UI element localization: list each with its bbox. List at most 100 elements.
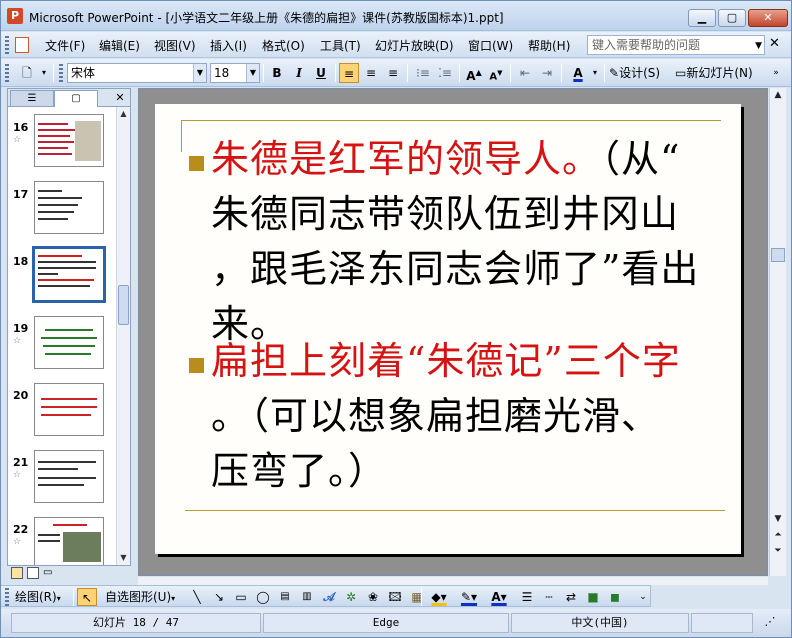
chevron-down-icon[interactable]: ▼ [755, 39, 762, 53]
slide-sorter-view-icon[interactable] [27, 567, 39, 579]
italic-button[interactable]: I [289, 63, 309, 83]
slide-thumbnail-22[interactable] [34, 517, 104, 565]
underline-button[interactable]: U [311, 63, 331, 83]
minimize-button[interactable]: ▁ [688, 9, 716, 27]
textbox-tool-icon[interactable]: ▤ [275, 588, 295, 606]
design-button[interactable]: ✎设计(S) [609, 63, 673, 83]
bullet-list-icon[interactable]: ⁚≡ [435, 63, 455, 83]
chevron-down-icon[interactable]: ▼ [193, 64, 206, 82]
close-document-icon[interactable]: ✕ [769, 36, 780, 51]
slideshow-view-icon[interactable]: ▭ [43, 567, 55, 579]
scroll-down-icon[interactable]: ▼ [770, 512, 786, 526]
font-name-combo[interactable]: 宋体 ▼ [67, 63, 207, 83]
slide-thumbnail-21[interactable] [34, 450, 104, 503]
fill-color-icon[interactable]: ◆▾ [425, 588, 453, 606]
toolbar-options-icon[interactable]: ⌄ [637, 588, 649, 606]
drawbar-grip-handle[interactable] [5, 588, 9, 606]
align-right-icon[interactable]: ≡ [383, 63, 403, 83]
close-pane-icon[interactable]: ✕ [112, 90, 128, 107]
menu-help[interactable]: 帮助(H) [528, 37, 570, 54]
line-style-icon[interactable]: ☰ [517, 588, 537, 606]
slide-horizontal-scrollbar[interactable] [138, 577, 768, 585]
rectangle-tool-icon[interactable]: ▭ [231, 588, 251, 606]
menu-tools[interactable]: 工具(T) [320, 37, 361, 54]
menu-insert[interactable]: 插入(I) [210, 37, 247, 54]
clipart-icon[interactable]: ❀ [363, 588, 383, 606]
chevron-down-icon[interactable]: ▾ [39, 63, 49, 83]
line-tool-icon[interactable]: ╲ [187, 588, 207, 606]
bold-button[interactable]: B [267, 63, 287, 83]
slide-thumbnail-18[interactable] [31, 245, 107, 304]
slide-vertical-scrollbar[interactable]: ▲ ▼ ⏶ ⏷ [769, 88, 786, 576]
decrease-font-icon[interactable]: A▼ [486, 63, 506, 83]
thumbnail-scroll-thumb[interactable] [118, 285, 129, 325]
arrow-style-icon[interactable]: ⇄ [561, 588, 581, 606]
next-slide-icon[interactable]: ⏷ [770, 544, 786, 558]
menu-grip-handle[interactable] [5, 36, 9, 54]
slide-paragraph-1[interactable]: 朱德是红军的领导人。（从“ 朱德同志带领队伍到井冈山 ，跟毛泽东同志会师了”看出… [211, 132, 731, 352]
vertical-textbox-icon[interactable]: ▥ [297, 588, 317, 606]
scroll-up-icon[interactable]: ▲ [770, 88, 786, 102]
chevron-down-icon[interactable]: ▼ [246, 64, 259, 82]
select-pointer-icon[interactable]: ↖ [77, 588, 97, 606]
decrease-indent-icon[interactable]: ⇤ [515, 63, 535, 83]
new-slide-button[interactable]: ▭新幻灯片(N) [675, 63, 763, 83]
shadow-style-icon[interactable]: ■ [583, 588, 603, 606]
close-button[interactable]: ✕ [748, 9, 788, 27]
insert-picture-icon[interactable]: ▦ [407, 588, 427, 606]
powerpoint-app-icon[interactable]: P [7, 8, 23, 24]
menu-format[interactable]: 格式(O) [262, 37, 305, 54]
scroll-down-icon[interactable]: ▼ [117, 551, 130, 565]
draw-menu-button[interactable]: 绘图(R)▾ [15, 588, 73, 606]
line-color-icon[interactable]: ✎▾ [455, 588, 483, 606]
help-search-input[interactable]: 键入需要帮助的问题 ▼ [587, 35, 765, 55]
slide-thumbnail-19[interactable] [34, 316, 104, 369]
paragraph-1-line-1: 朱德是红军的领导人。（从“ [211, 132, 731, 187]
toolbar-options-icon[interactable]: » [769, 63, 783, 83]
slide-thumbnail-20[interactable] [34, 383, 104, 436]
font-size-combo[interactable]: 18 ▼ [210, 63, 260, 83]
new-document-icon[interactable]: 🗋 [15, 63, 39, 83]
menu-slideshow[interactable]: 幻灯片放映(D) [375, 37, 454, 54]
increase-indent-icon[interactable]: ⇥ [537, 63, 557, 83]
menu-file[interactable]: 文件(F) [45, 37, 85, 54]
current-slide[interactable]: 朱德是红军的领导人。（从“ 朱德同志带领队伍到井冈山 ，跟毛泽东同志会师了”看出… [155, 104, 741, 554]
increase-font-icon[interactable]: A▲ [464, 63, 484, 83]
menu-window[interactable]: 窗口(W) [468, 37, 513, 54]
tab-outline[interactable]: ☰ [10, 90, 54, 107]
resize-grip-icon[interactable]: ⋰ [755, 613, 785, 633]
slide-editing-area[interactable]: 朱德是红军的领导人。（从“ 朱德同志带领队伍到井冈山 ，跟毛泽东同志会师了”看出… [138, 88, 768, 576]
menu-edit[interactable]: 编辑(E) [99, 37, 140, 54]
numbered-list-icon[interactable]: ⁝≡ [413, 63, 433, 83]
arrow-tool-icon[interactable]: ↘ [209, 588, 229, 606]
3d-style-icon[interactable]: ◼ [605, 588, 625, 606]
picture-icon[interactable]: 🖾 [385, 588, 405, 606]
menu-view[interactable]: 视图(V) [154, 37, 196, 54]
align-center-icon[interactable]: ≡ [361, 63, 381, 83]
toolbar-grip-handle[interactable] [5, 64, 9, 82]
normal-view-icon[interactable] [11, 567, 23, 579]
thumbnail-scrollbar[interactable]: ▲ ▼ [116, 107, 130, 565]
align-left-icon[interactable]: ≡ [339, 63, 359, 83]
slide-scroll-thumb[interactable] [771, 248, 785, 262]
toolbar-grip-handle[interactable] [59, 64, 63, 82]
slide-corner-rule [181, 120, 182, 152]
wordart-icon[interactable]: 𝒜 [319, 588, 339, 606]
paragraph-1-line-3: ，跟毛泽东同志会师了”看出 [211, 247, 700, 291]
drawbar-font-color-icon[interactable]: A▾ [485, 588, 513, 606]
maximize-button[interactable]: ▢ [718, 9, 746, 27]
tab-slides[interactable]: ▢ [54, 90, 98, 107]
slide-paragraph-2[interactable]: 扁担上刻着“朱德记”三个字 。（可以想象扁担磨光滑、 压弯了。） [211, 334, 731, 499]
previous-slide-icon[interactable]: ⏶ [770, 528, 786, 542]
autoshapes-button[interactable]: 自选图形(U)▾ [105, 588, 187, 606]
oval-tool-icon[interactable]: ◯ [253, 588, 273, 606]
scroll-up-icon[interactable]: ▲ [117, 107, 130, 121]
diagram-icon[interactable]: ✲ [341, 588, 361, 606]
slide-thumbnail-17[interactable] [34, 181, 104, 234]
dash-style-icon[interactable]: ┄ [539, 588, 559, 606]
font-color-icon[interactable]: A [567, 63, 589, 83]
slide-thumbnail-16[interactable] [34, 114, 104, 167]
chevron-down-icon[interactable]: ▾ [590, 63, 600, 83]
document-icon[interactable] [15, 37, 29, 53]
title-bar[interactable]: P Microsoft PowerPoint - [小学语文二年级上册《朱德的扁… [1, 1, 791, 31]
